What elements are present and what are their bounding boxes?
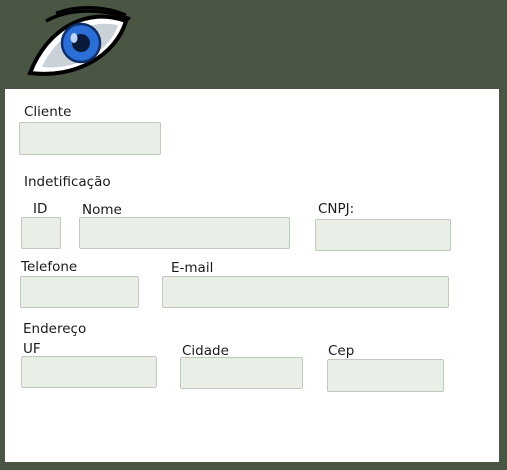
telefone-input[interactable] [20, 276, 139, 308]
email-input[interactable] [162, 276, 449, 308]
client-form-panel: Cliente Indetificação ID Nome CNPJ: Tele… [5, 89, 499, 462]
email-label: E-mail [171, 260, 214, 276]
cliente-input[interactable] [19, 122, 161, 155]
identificacao-heading: Indetificação [24, 174, 111, 190]
id-label: ID [33, 201, 48, 217]
cep-label: Cep [328, 343, 355, 359]
telefone-label: Telefone [21, 259, 78, 275]
cidade-input[interactable] [180, 357, 303, 389]
nome-label: Nome [82, 202, 122, 218]
cnpj-label: CNPJ: [318, 201, 355, 217]
id-input[interactable] [21, 217, 61, 249]
endereco-heading: Endereço [23, 321, 87, 337]
cep-input[interactable] [327, 359, 444, 392]
cnpj-input[interactable] [315, 219, 451, 251]
uf-label: UF [23, 341, 41, 357]
eye-icon [27, 5, 131, 76]
nome-input[interactable] [79, 217, 290, 249]
cliente-label: Cliente [24, 104, 72, 120]
uf-input[interactable] [21, 356, 157, 388]
